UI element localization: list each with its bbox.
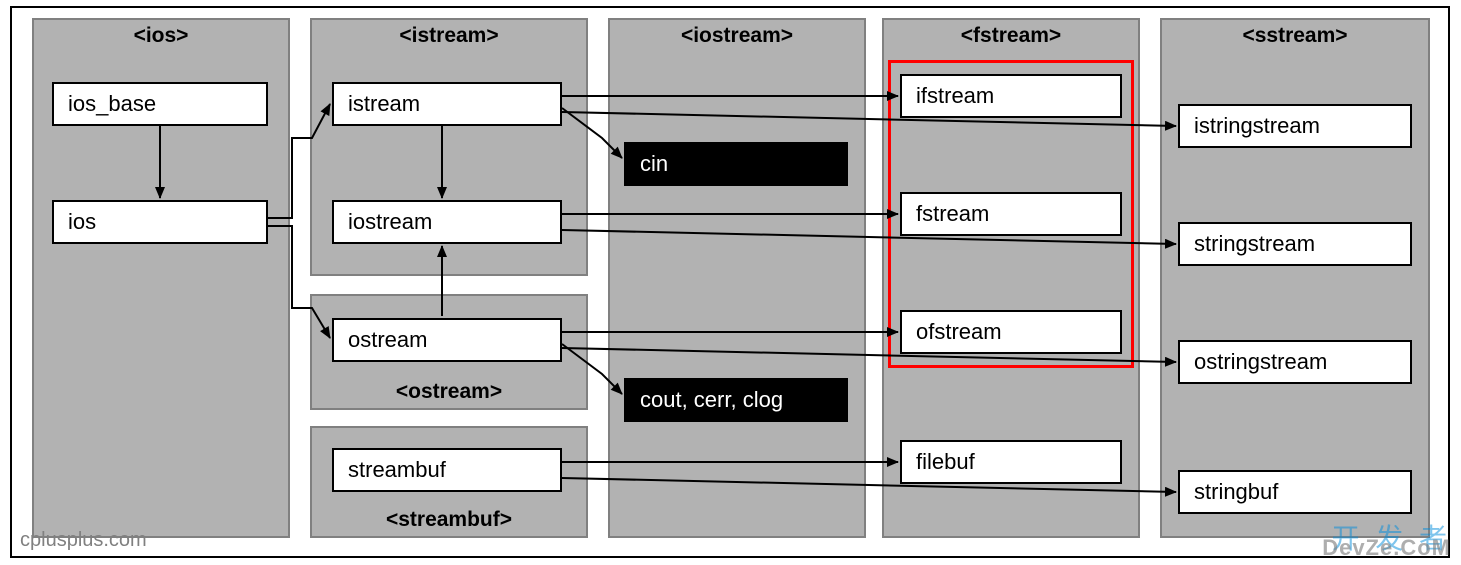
diagram-frame: <ios> <istream> <ostream> <streambuf> <i… xyxy=(10,6,1450,558)
class-istream: istream xyxy=(332,82,562,126)
object-cin: cin xyxy=(624,142,848,186)
group-streambuf-title: <streambuf> xyxy=(312,508,586,532)
class-ios-base: ios_base xyxy=(52,82,268,126)
group-ostream-title: <ostream> xyxy=(312,380,586,404)
class-istringstream: istringstream xyxy=(1178,104,1412,148)
class-stringbuf: stringbuf xyxy=(1178,470,1412,514)
class-ofstream: ofstream xyxy=(900,310,1122,354)
class-iostream: iostream xyxy=(332,200,562,244)
group-iostream-title: <iostream> xyxy=(610,24,864,48)
class-stringstream: stringstream xyxy=(1178,222,1412,266)
class-ostringstream: ostringstream xyxy=(1178,340,1412,384)
class-fstream: fstream xyxy=(900,192,1122,236)
group-istream-title: <istream> xyxy=(312,24,586,48)
watermark-devze: DevZe.CoM xyxy=(1322,535,1451,561)
class-ifstream: ifstream xyxy=(900,74,1122,118)
group-sstream: <sstream> xyxy=(1160,18,1430,538)
group-ios-title: <ios> xyxy=(34,24,288,48)
group-fstream-title: <fstream> xyxy=(884,24,1138,48)
watermark-cplusplus: cplusplus.com xyxy=(20,529,147,552)
class-filebuf: filebuf xyxy=(900,440,1122,484)
class-streambuf: streambuf xyxy=(332,448,562,492)
class-ios: ios xyxy=(52,200,268,244)
group-sstream-title: <sstream> xyxy=(1162,24,1428,48)
object-cout: cout, cerr, clog xyxy=(624,378,848,422)
group-iostream: <iostream> xyxy=(608,18,866,538)
class-ostream: ostream xyxy=(332,318,562,362)
